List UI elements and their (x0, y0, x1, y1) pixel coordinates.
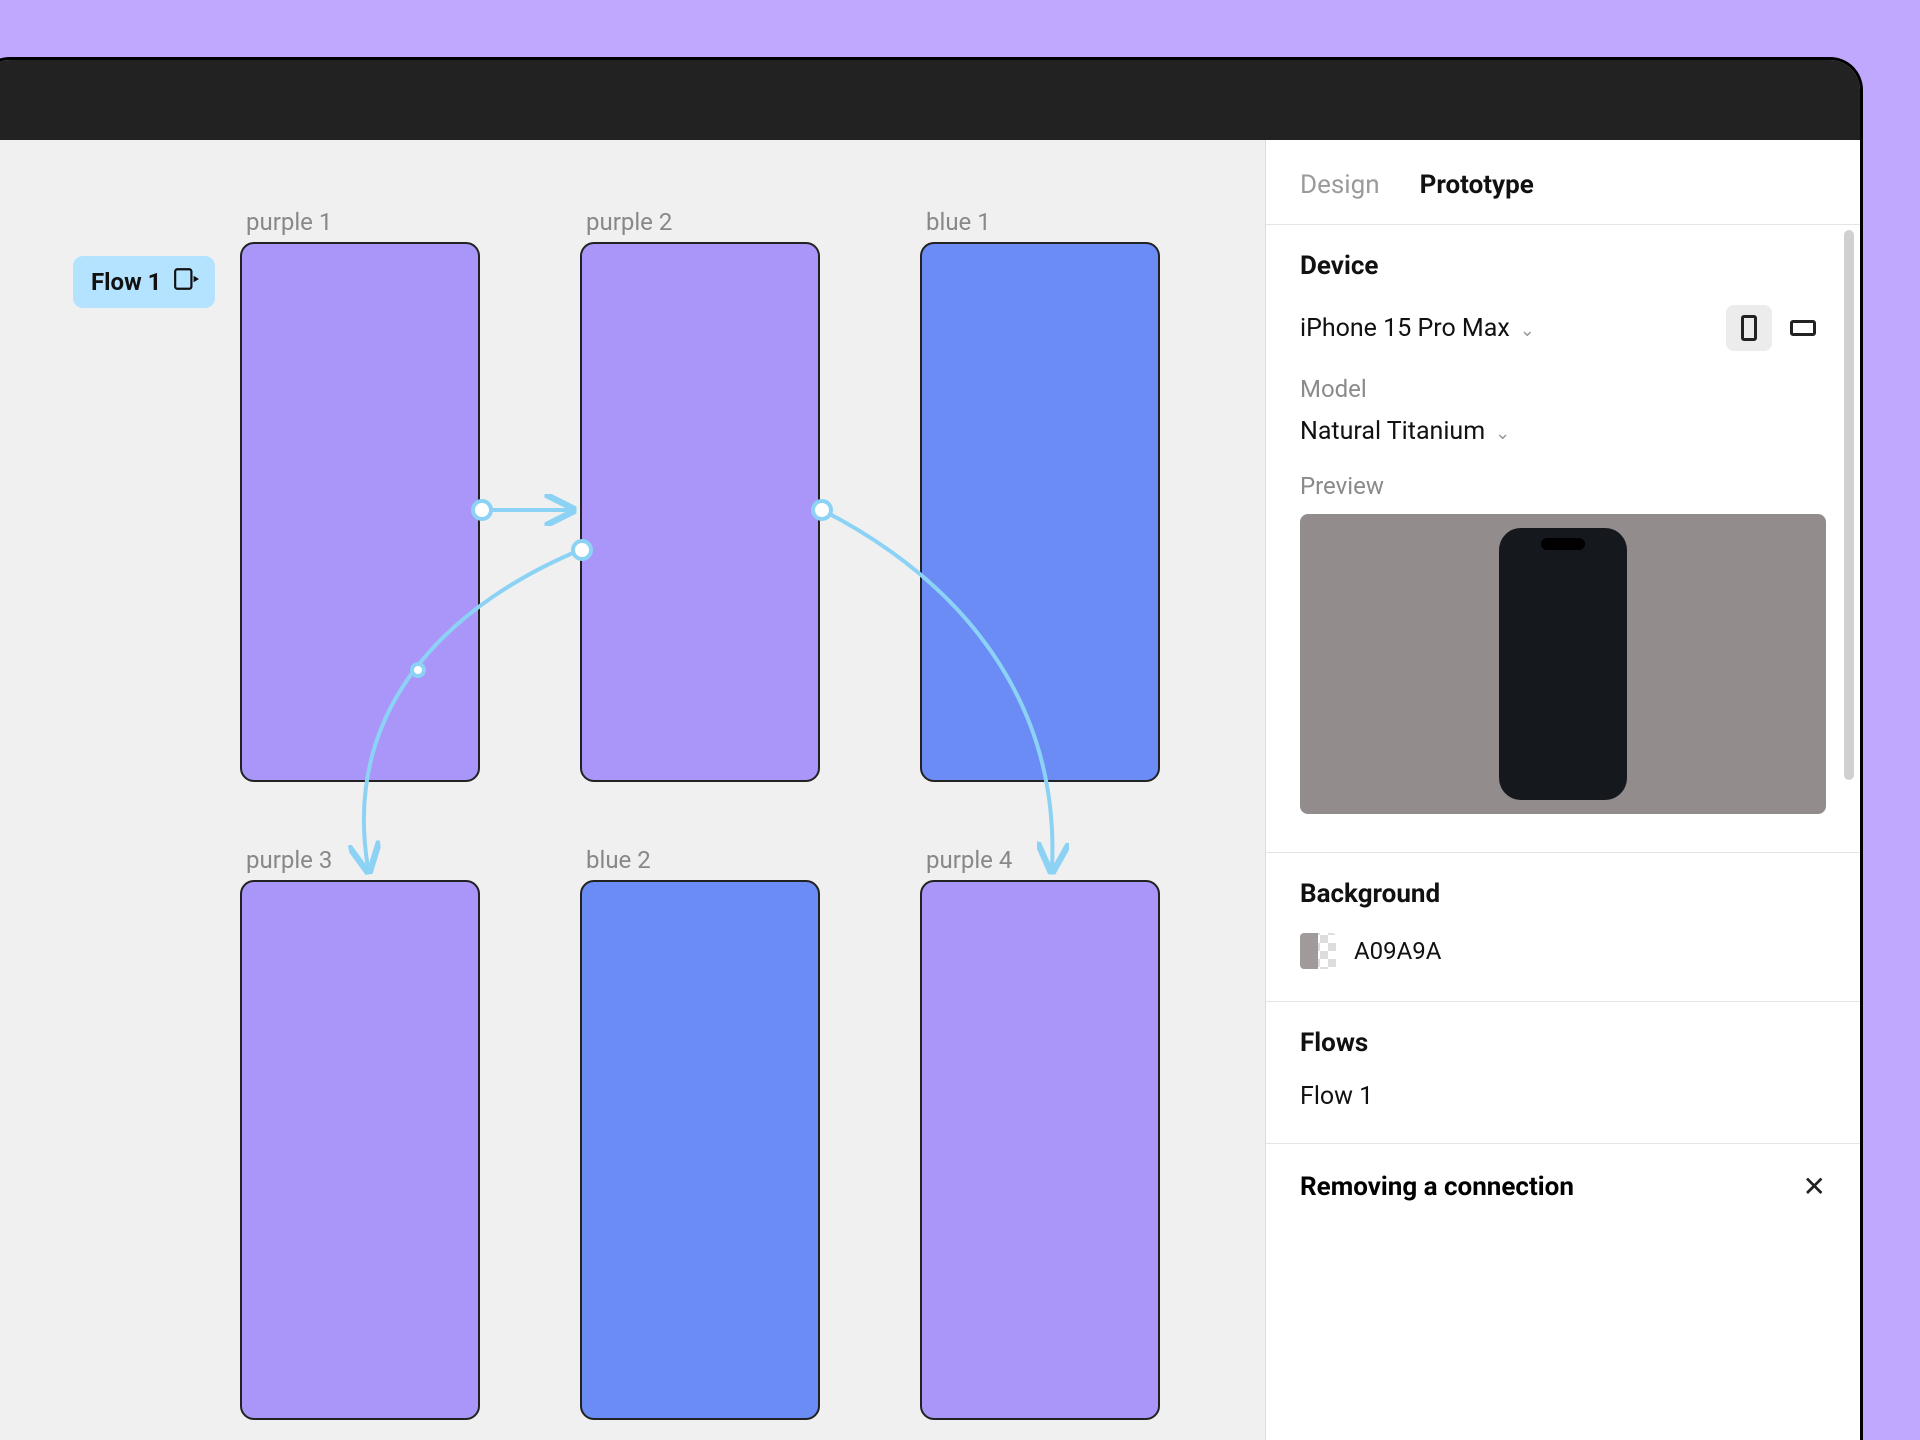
close-icon[interactable]: ✕ (1803, 1170, 1826, 1203)
orientation-landscape[interactable] (1780, 305, 1826, 351)
tab-design[interactable]: Design (1300, 170, 1380, 200)
preview-label: Preview (1300, 472, 1826, 500)
frame-label: purple 2 (586, 208, 672, 236)
frame-purple-1[interactable]: purple 1 (240, 242, 480, 782)
frame-label: blue 2 (586, 846, 651, 874)
flow-badge-label: Flow 1 (91, 268, 161, 296)
frame-label: purple 4 (926, 846, 1012, 874)
section-flows: Flows Flow 1 (1266, 1001, 1860, 1143)
prototype-canvas[interactable]: Flow 1 purple 1 purple 2 blue 1 (0, 140, 1265, 1440)
section-notification: Removing a connection ✕ (1266, 1143, 1860, 1235)
background-color-row[interactable]: A09A9A (1300, 933, 1826, 969)
section-device: Device iPhone 15 Pro Max ⌄ Model Natural… (1266, 224, 1860, 852)
frame-label: purple 3 (246, 846, 332, 874)
device-section-title: Device (1300, 251, 1826, 281)
background-section-title: Background (1300, 879, 1826, 909)
background-hex: A09A9A (1354, 937, 1441, 965)
frame-label: purple 1 (246, 208, 332, 236)
orientation-portrait[interactable] (1726, 305, 1772, 351)
tab-prototype[interactable]: Prototype (1420, 170, 1534, 200)
notification-title: Removing a connection (1300, 1172, 1574, 1202)
model-label: Model (1300, 375, 1826, 403)
frame-purple-3[interactable]: purple 3 (240, 880, 480, 1420)
connection-node[interactable] (571, 539, 593, 561)
flow-list-item[interactable]: Flow 1 (1300, 1082, 1826, 1111)
app-window: Flow 1 purple 1 purple 2 blue 1 (0, 60, 1860, 1440)
phone-mock-icon (1499, 528, 1627, 800)
frame-purple-4[interactable]: purple 4 (920, 880, 1160, 1420)
device-dropdown[interactable]: iPhone 15 Pro Max ⌄ (1300, 314, 1535, 343)
frame-blue-2[interactable]: blue 2 (580, 880, 820, 1420)
background-swatch[interactable] (1300, 933, 1336, 969)
chevron-down-icon: ⌄ (1520, 320, 1535, 341)
app-body: Flow 1 purple 1 purple 2 blue 1 (0, 140, 1860, 1440)
inspector-scrollbar[interactable] (1844, 230, 1854, 780)
model-selected: Natural Titanium (1300, 417, 1485, 446)
connection-midpoint[interactable] (410, 662, 426, 678)
device-selected: iPhone 15 Pro Max (1300, 314, 1510, 343)
play-flow-icon (173, 266, 199, 298)
section-background: Background A09A9A (1266, 852, 1860, 1001)
flow-start-badge[interactable]: Flow 1 (73, 256, 215, 308)
connection-node[interactable] (471, 499, 493, 521)
chevron-down-icon: ⌄ (1495, 423, 1510, 444)
portrait-icon (1741, 315, 1757, 341)
frame-label: blue 1 (926, 208, 991, 236)
device-preview (1300, 514, 1826, 814)
frame-purple-2[interactable]: purple 2 (580, 242, 820, 782)
inspector-panel: Design Prototype Device iPhone 15 Pro Ma… (1265, 140, 1860, 1440)
model-dropdown[interactable]: Natural Titanium ⌄ (1300, 417, 1826, 446)
flows-section-title: Flows (1300, 1028, 1826, 1058)
inspector-tabs: Design Prototype (1266, 140, 1860, 224)
connection-node[interactable] (811, 499, 833, 521)
title-bar (0, 60, 1860, 140)
frame-blue-1[interactable]: blue 1 (920, 242, 1160, 782)
landscape-icon (1790, 320, 1816, 336)
orientation-toggle (1726, 305, 1826, 351)
